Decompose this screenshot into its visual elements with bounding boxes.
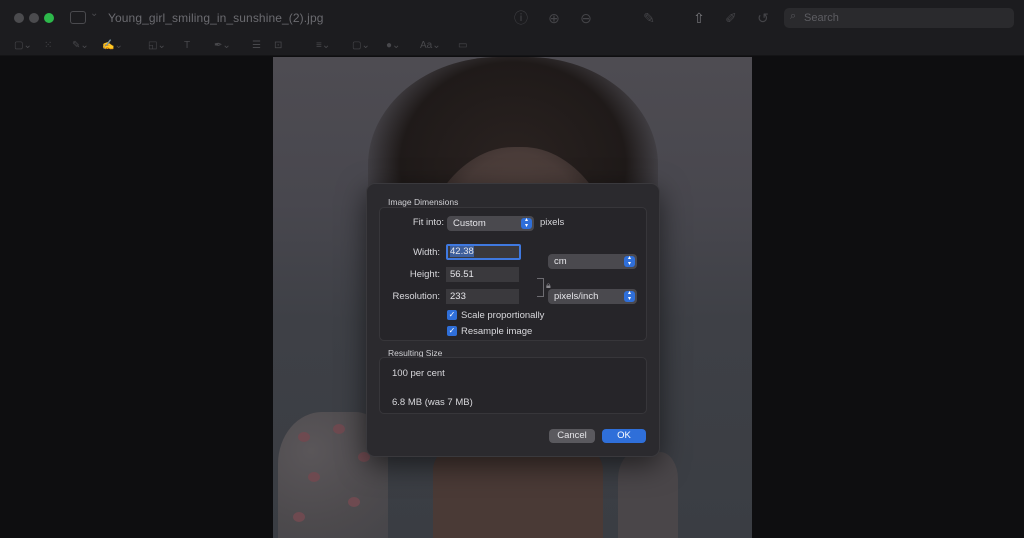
share-icon[interactable]: ⇧ <box>690 9 708 27</box>
sketch-icon[interactable]: ✎⌄ <box>72 39 89 52</box>
color-icon[interactable]: ●⌄ <box>386 39 400 52</box>
selection-icon[interactable]: ▢⌄ <box>14 39 32 52</box>
adjust-size-dialog: Image Dimensions Fit into: Custom ▴ ▾ pix… <box>366 183 660 457</box>
resolution-value: 233 <box>450 291 466 302</box>
draw-icon[interactable]: ✍⌄ <box>102 39 123 52</box>
minimize-window-button[interactable] <box>29 13 39 23</box>
zoom-in-icon[interactable]: ⊕ <box>545 9 563 27</box>
height-label: Height: <box>409 269 440 280</box>
text-style-button[interactable]: Aa⌄ <box>420 39 441 52</box>
search-icon: ⌕ <box>790 10 797 22</box>
border-icon[interactable]: ≡⌄ <box>316 39 330 52</box>
dress-spot <box>348 497 360 507</box>
preview-app-window: ⌄ Young_girl_smiling_in_sunshine_(2).jpg… <box>0 0 1024 538</box>
resolution-field[interactable]: 233 <box>446 289 519 304</box>
resolution-unit-popup[interactable]: pixels/inch ▴ ▾ <box>548 289 637 304</box>
size-unit-value: cm <box>554 256 567 267</box>
sidebar-icon[interactable] <box>70 11 86 24</box>
size-unit-popup[interactable]: cm ▴ ▾ <box>548 254 637 269</box>
adjust-color-icon[interactable]: ☰ <box>252 39 261 52</box>
cancel-button[interactable]: Cancel <box>549 429 595 443</box>
fit-into-value: Custom <box>453 218 486 229</box>
resample-image-checkbox[interactable]: ✓ <box>447 326 457 336</box>
width-value: 42.38 <box>450 246 474 257</box>
shapes-icon[interactable]: ◱⌄ <box>148 39 166 52</box>
resulting-size-group: 100 per cent 6.8 MB (was 7 MB) <box>379 357 647 414</box>
fit-into-popup[interactable]: Custom ▴ ▾ <box>447 216 534 231</box>
sign-icon[interactable]: ✒⌄ <box>214 39 231 52</box>
search-input[interactable] <box>804 8 1004 28</box>
markup-toolbar-icon[interactable]: ✐ <box>722 9 740 27</box>
info-icon[interactable]: ⓘ <box>512 9 530 27</box>
zoom-window-button[interactable] <box>44 13 54 23</box>
resample-image-label: Resample image <box>461 326 533 337</box>
image-dimensions-group: Fit into: Custom ▴ ▾ pixels Width: 42.38 … <box>379 207 647 341</box>
height-value: 56.51 <box>450 269 474 280</box>
close-window-button[interactable] <box>14 13 24 23</box>
fill-color-icon[interactable]: ▢⌄ <box>352 39 370 52</box>
dress-spot <box>308 472 320 482</box>
resulting-percent: 100 per cent <box>392 368 445 379</box>
title-bar: ⌄ Young_girl_smiling_in_sunshine_(2).jpg… <box>0 0 1024 36</box>
updown-chevron-icon: ▴ ▾ <box>624 255 635 267</box>
width-label: Width: <box>413 247 440 258</box>
dress-spot <box>298 432 310 442</box>
dress-spot <box>333 424 345 434</box>
updown-chevron-icon: ▴ ▾ <box>521 217 532 229</box>
text-style-label: Aa <box>420 40 433 51</box>
resulting-file-size: 6.8 MB (was 7 MB) <box>392 397 473 408</box>
rotate-icon[interactable]: ↺ <box>754 9 772 27</box>
link-bracket <box>537 278 544 297</box>
zoom-out-icon[interactable]: ⊖ <box>577 9 595 27</box>
adjust-size-icon[interactable]: ⊡ <box>274 39 282 52</box>
chevron-down-icon[interactable]: ⌄ <box>90 8 98 19</box>
photo-dress-strap-region <box>618 452 678 538</box>
search-field[interactable]: ⌕ <box>784 8 1014 28</box>
scale-proportionally-checkbox[interactable]: ✓ <box>447 310 457 320</box>
fit-into-unit: pixels <box>540 217 565 228</box>
updown-chevron-icon: ▴ ▾ <box>624 290 635 302</box>
image-dimensions-title: Image Dimensions <box>388 197 459 207</box>
ok-button[interactable]: OK <box>602 429 646 443</box>
width-field[interactable]: 42.38 <box>446 244 521 260</box>
dress-spot <box>293 512 305 522</box>
height-field[interactable]: 56.51 <box>446 267 519 282</box>
markup-icon[interactable]: ✎ <box>640 9 658 27</box>
window-title: Young_girl_smiling_in_sunshine_(2).jpg <box>108 11 324 25</box>
note-icon[interactable]: ▭ <box>458 39 467 52</box>
markup-toolbar: ▢⌄ ⁙ ✎⌄ ✍⌄ ◱⌄ T ✒⌄ ☰ ⊡ ≡⌄ ▢⌄ ●⌄ Aa⌄ ▭ <box>0 36 1024 56</box>
fit-into-label: Fit into: <box>412 217 444 228</box>
resolution-unit-value: pixels/inch <box>554 291 599 302</box>
instant-alpha-icon[interactable]: ⁙ <box>44 39 52 52</box>
text-icon[interactable]: T <box>184 39 190 52</box>
scale-proportionally-label: Scale proportionally <box>461 310 545 321</box>
resolution-label: Resolution: <box>392 291 440 302</box>
